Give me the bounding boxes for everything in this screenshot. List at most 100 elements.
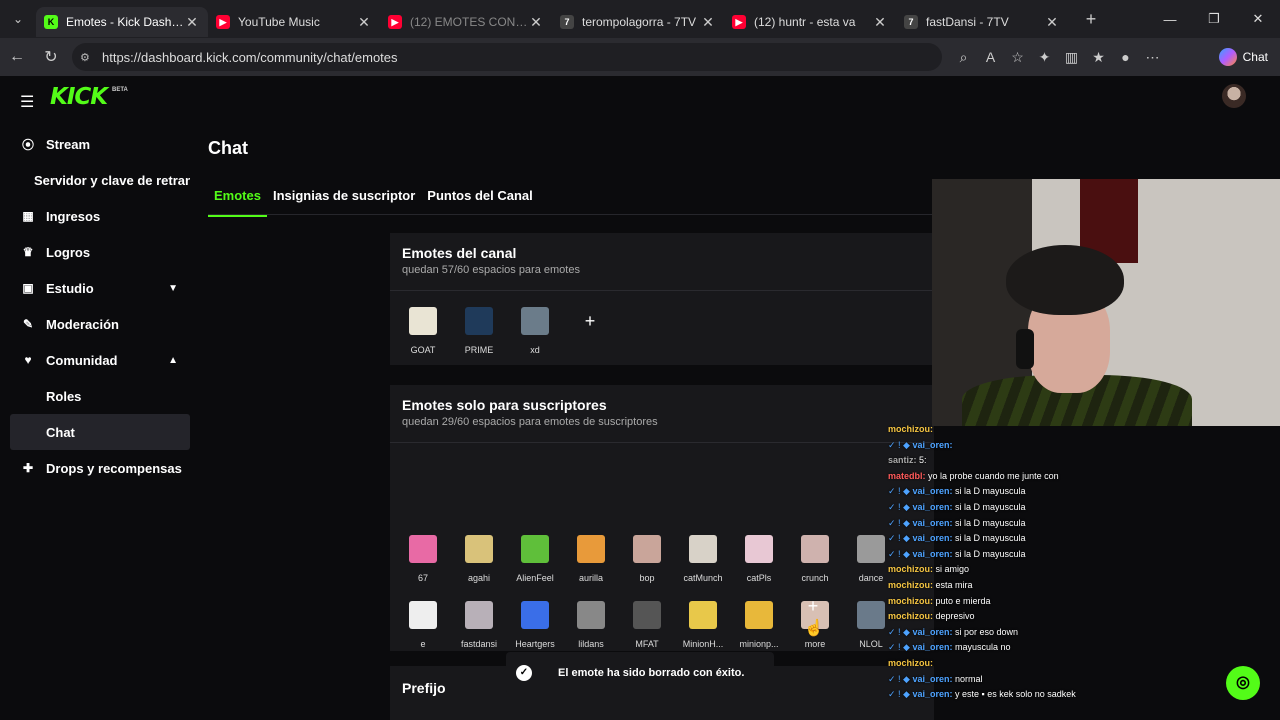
emote-item[interactable]: catMunch [675,535,731,583]
emote-item[interactable]: bop [619,535,675,583]
sidebar-item-ingresos[interactable]: ▦ Ingresos [10,198,190,234]
site-info-icon[interactable]: ⚙ [80,51,102,64]
emote-item[interactable]: fastdansi [451,601,507,649]
emote-item[interactable]: PRIME [451,307,507,355]
user-avatar[interactable] [1222,84,1246,108]
emote-item[interactable]: GOAT [395,307,451,355]
sidebar-item-drops[interactable]: ✚ Drops y recompensas [10,450,190,486]
tab-favicon-icon: K [44,15,58,29]
studio-icon: ▣ [22,281,34,295]
tab-title: (12) EMOTES CON SON [410,15,528,29]
chat-message: ✓ ! ◆ vai_oren: si por eso down [888,627,1018,638]
close-tab-icon[interactable]: ✕ [872,14,888,31]
tab-title: (12) huntr - esta va [754,15,856,29]
support-chat-button[interactable]: ◎ [1226,666,1260,700]
minimize-icon[interactable]: — [1148,0,1192,38]
emote-item[interactable]: minionp... [731,601,787,649]
chat-badges-icon: ✓ ! ◆ [888,533,913,544]
sidebar-item-roles[interactable]: Roles [10,378,190,414]
emote-name: MFAT [635,639,659,649]
sidebar-item-chat[interactable]: Chat [10,414,190,450]
browser-tab[interactable]: ▶ (12) EMOTES CON SON✕ [380,7,552,37]
chat-message: mochizou: depresivo [888,611,975,621]
emote-item[interactable]: catPls [731,535,787,583]
emote-image [633,535,661,563]
copilot-chat-button[interactable]: Chat [1218,46,1268,68]
split-screen-icon[interactable]: ▥ [1058,49,1085,66]
emote-item[interactable]: xd [507,307,563,355]
emote-image [577,535,605,563]
wrench-icon: ✎ [22,317,34,331]
emote-item[interactable]: Heartgers [507,601,563,649]
profile-icon[interactable]: ● [1112,49,1139,65]
browser-tab[interactable]: ▶ (12) huntr - esta va ✕ [724,7,896,37]
emote-item[interactable]: lildans [563,601,619,649]
browser-tab[interactable]: 7 fastDansi - 7TV ✕ [896,7,1068,37]
more-icon[interactable]: ⋯ [1139,49,1166,66]
mouse-cursor-icon: ☝ [804,620,824,637]
chat-username: vai_oren: [912,689,953,700]
chat-badges-icon: ✓ ! ◆ [888,642,913,653]
tab-emotes[interactable]: Emotes [208,184,267,217]
browser-tab[interactable]: ▶ YouTube Music ✕ [208,7,380,37]
close-tab-icon[interactable]: ✕ [1044,14,1060,31]
emote-image [857,601,885,629]
close-tab-icon[interactable]: ✕ [528,14,544,31]
back-icon[interactable]: ← [0,48,34,66]
url-field[interactable]: ⚙ https://dashboard.kick.com/community/c… [72,43,942,71]
favorite-icon[interactable]: ☆ [1004,49,1031,66]
sidebar-item-label: Estudio [46,280,94,296]
close-window-icon[interactable]: ✕ [1236,0,1280,38]
sidebar-item-moderacion[interactable]: ✎ Moderación [10,306,190,342]
chat-badges-icon: ✓ ! ◆ [888,548,913,559]
emote-name: crunch [801,573,829,583]
emote-name: PRIME [464,345,494,355]
sidebar-item-server-key[interactable]: Servidor y clave de retransmisión [10,162,190,198]
add-channel-emote-button[interactable]: + [576,307,604,335]
emote-image [521,601,549,629]
emote-item[interactable]: MinionH... [675,601,731,649]
chat-message: ✓ ! ◆ vai_oren: [888,440,953,451]
emote-item[interactable]: agahi [451,535,507,583]
zoom-icon[interactable]: ⌕ [950,49,977,66]
chat-message: mochizou: [888,658,933,668]
kick-logo[interactable]: KICK [50,84,108,110]
sidebar-item-estudio[interactable]: ▣ Estudio ▼ [10,270,190,306]
sidebar: ⦿ Stream Servidor y clave de retransmisió… [10,126,190,486]
emote-item[interactable]: e [395,601,451,649]
reload-icon[interactable]: ↻ [34,47,68,67]
trophy-icon: ♛ [22,245,34,259]
browser-tab[interactable]: K Emotes - Kick Dashboar ✕ [36,7,208,37]
add-sub-emote-button[interactable]: + [799,592,827,620]
emote-item[interactable]: MFAT [619,601,675,649]
chat-username: vai_oren: [912,642,953,653]
chat-text: 5: [919,455,927,466]
favorites-bar-icon[interactable]: ★ [1085,49,1112,66]
tab-list-dropdown-icon[interactable]: ⌄ [0,0,36,38]
close-tab-icon[interactable]: ✕ [356,14,372,31]
emote-item[interactable]: aurilla [563,535,619,583]
chat-message: ✓ ! ◆ vai_oren: si la D mayuscula [888,486,1026,497]
browser-tab[interactable]: 7 terompolagorra - 7TV ✕ [552,7,724,37]
emote-item[interactable]: 67 [395,535,451,583]
read-aloud-icon[interactable]: A [977,49,1004,65]
sidebar-item-stream[interactable]: ⦿ Stream [10,126,190,162]
tab-insignias[interactable]: Insignias de suscriptor [267,184,421,217]
chat-message: mochizou: si amigo [888,564,969,574]
menu-icon[interactable]: ☰ [20,92,34,112]
chat-text: si la D mayuscula [955,486,1026,497]
new-tab-button[interactable]: + [1076,9,1106,30]
sidebar-item-label: Ingresos [46,208,101,224]
close-tab-icon[interactable]: ✕ [184,14,200,31]
emote-item[interactable]: AlienFeel [507,535,563,583]
emote-item[interactable]: crunch [787,535,843,583]
extensions-icon[interactable]: ✦ [1031,49,1058,66]
sidebar-item-label: Roles [46,388,82,404]
sidebar-item-logros[interactable]: ♛ Logros [10,234,190,270]
emote-name: e [420,639,426,649]
chat-text: puto e mierda [935,595,991,606]
maximize-icon[interactable]: ❐ [1192,0,1236,38]
sidebar-item-comunidad[interactable]: ♥ Comunidad ▲ [10,342,190,378]
close-tab-icon[interactable]: ✕ [700,14,716,31]
tab-puntos[interactable]: Puntos del Canal [421,184,538,217]
